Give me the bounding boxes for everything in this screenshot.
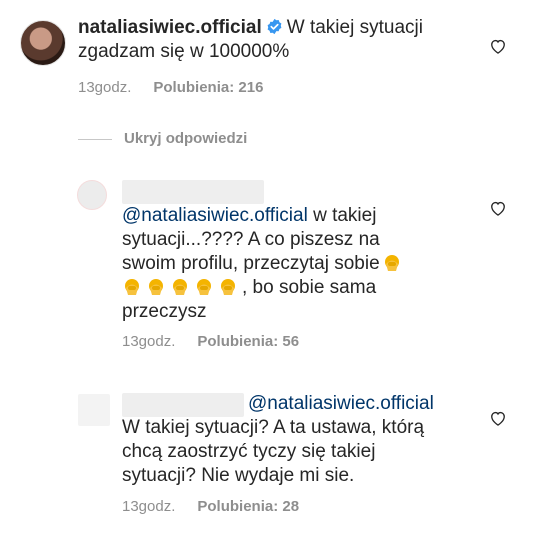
reply-1-mention[interactable]: @nataliasiwiec.official bbox=[122, 205, 308, 226]
reply-1-line1: w takiej bbox=[307, 205, 377, 226]
verified-badge-icon bbox=[267, 18, 282, 35]
reply-2-likes[interactable]: Polubienia: 28 bbox=[197, 498, 299, 515]
heart-outline-icon[interactable] bbox=[488, 36, 508, 56]
reply-1-time[interactable]: 13godz. bbox=[122, 333, 175, 350]
avatar-reply-2[interactable] bbox=[78, 394, 110, 426]
reply-2-line2: chcą zaostrzyć tyczy się takiej bbox=[122, 441, 376, 462]
main-time[interactable]: 13godz. bbox=[78, 79, 131, 96]
facepalm-emoji-icon bbox=[197, 279, 211, 295]
reply-1-line5: przeczysz bbox=[122, 301, 207, 322]
hide-replies-button[interactable]: Ukryj odpowiedzi bbox=[124, 130, 247, 147]
heart-outline-icon[interactable] bbox=[488, 198, 508, 218]
reply-1-line4: , bo sobie sama bbox=[242, 277, 377, 298]
reply-1-line3: swoim profilu, przeczytaj sobie bbox=[122, 253, 380, 274]
reply-1-meta: 13godz. Polubienia: 56 bbox=[122, 333, 299, 350]
main-text-line2: zgadzam się w 100000% bbox=[78, 41, 290, 62]
reply-2-time[interactable]: 13godz. bbox=[122, 498, 175, 515]
facepalm-emoji-icon bbox=[125, 279, 139, 295]
avatar-main[interactable] bbox=[20, 20, 66, 66]
avatar-reply-1[interactable] bbox=[77, 180, 107, 210]
reply-2-meta: 13godz. Polubienia: 28 bbox=[122, 498, 299, 515]
reply-1-likes[interactable]: Polubienia: 56 bbox=[197, 333, 299, 350]
main-comment: nataliasiwiec.official W takiej sytuacji… bbox=[78, 16, 478, 64]
facepalm-emoji-icon bbox=[173, 279, 187, 295]
reply-2-line1: W takiej sytuacji? A ta ustawa, którą bbox=[122, 417, 425, 438]
replies-divider bbox=[78, 139, 112, 140]
facepalm-emoji-icon bbox=[221, 279, 235, 295]
facepalm-emoji-icon bbox=[384, 255, 399, 271]
reply-2-mention[interactable]: @nataliasiwiec.official bbox=[248, 393, 434, 414]
reply-2-line3: sytuacji? Nie wydaje mi sie. bbox=[122, 465, 355, 486]
reply-2-text: @nataliasiwiec.official W takiej sytuacj… bbox=[122, 392, 462, 488]
main-text-line1: W takiej sytuacji bbox=[286, 17, 423, 38]
reply-1-text: @nataliasiwiec.official w takiej sytuacj… bbox=[122, 204, 452, 324]
heart-outline-icon[interactable] bbox=[488, 408, 508, 428]
main-meta: 13godz. Polubienia: 216 bbox=[78, 79, 263, 96]
facepalm-emoji-icon bbox=[149, 279, 163, 295]
blurred-username-reply-1 bbox=[122, 180, 264, 204]
reply-1-line2: sytuacji...???? A co piszesz na bbox=[122, 229, 380, 250]
main-username[interactable]: nataliasiwiec.official bbox=[78, 17, 262, 38]
main-likes[interactable]: Polubienia: 216 bbox=[153, 79, 263, 96]
